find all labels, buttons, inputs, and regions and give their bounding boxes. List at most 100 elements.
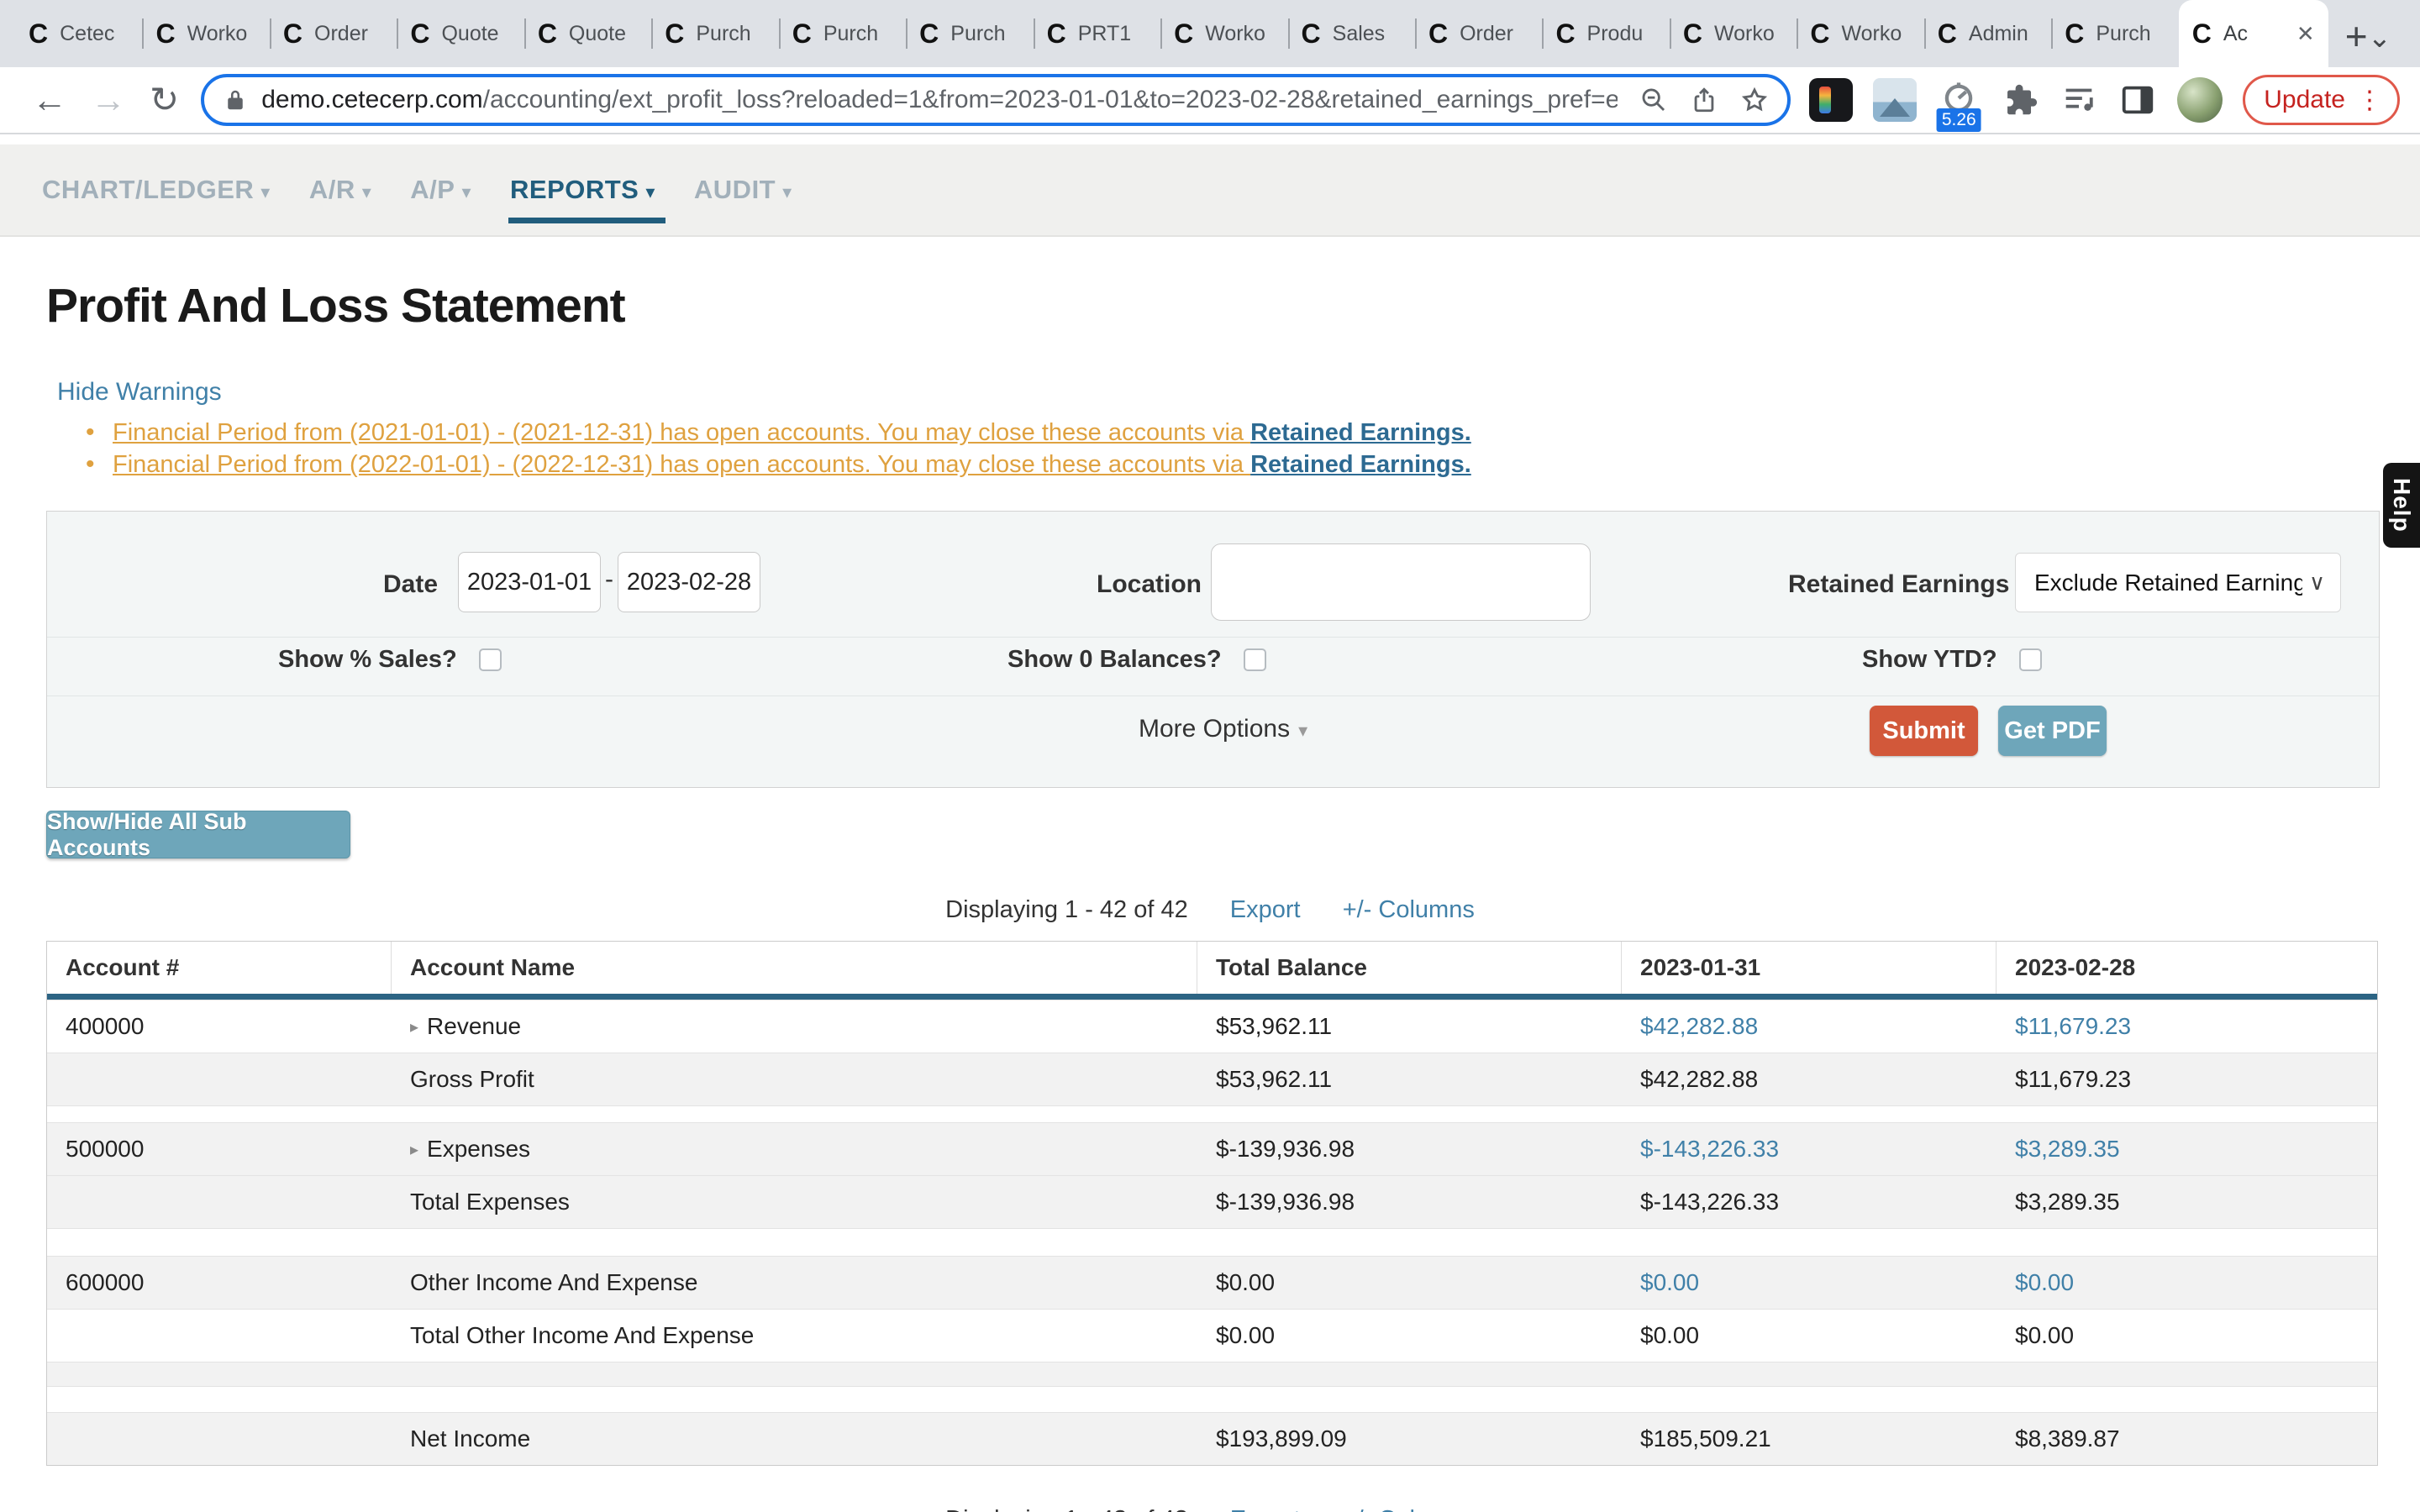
close-tab-icon[interactable]: ✕	[2296, 21, 2315, 47]
browser-tab[interactable]: COrder	[1415, 0, 1542, 67]
cetec-favicon: C	[1938, 18, 1957, 50]
amount-link[interactable]: $0.00	[1622, 1257, 1996, 1309]
show-hide-sub-accounts-button[interactable]: Show/Hide All Sub Accounts	[46, 811, 350, 858]
browser-tab[interactable]: CProdu	[1542, 0, 1669, 67]
extension-dark-icon[interactable]	[1809, 78, 1853, 122]
profit-loss-table: Account # Account Name Total Balance 202…	[46, 941, 2378, 1466]
nav-item-audit[interactable]: AUDIT▾	[694, 175, 792, 205]
header-account-number[interactable]: Account #	[47, 942, 392, 994]
browser-tab[interactable]: CPurch	[2051, 0, 2178, 67]
pagination-top: Displaying 1 - 42 of 42 Export +/- Colum…	[42, 896, 2378, 924]
cetec-favicon: C	[1428, 18, 1448, 50]
cell-account-name: Other Income And Expense	[392, 1257, 1197, 1309]
browser-tab[interactable]: CWorko	[1797, 0, 1923, 67]
cell-account-name: ▸Revenue	[392, 1000, 1197, 1053]
extension-badged-icon[interactable]: 5.26	[1937, 78, 1981, 122]
nav-item-chart-ledger[interactable]: CHART/LEDGER▾	[42, 175, 271, 205]
show-ytd-checkbox[interactable]	[2019, 648, 2042, 671]
location-input[interactable]	[1211, 543, 1591, 621]
browser-tab[interactable]: CPRT1	[1034, 0, 1160, 67]
reading-list-icon[interactable]	[2060, 81, 2098, 119]
retained-earnings-link[interactable]: Retained Earnings.	[1250, 451, 1471, 478]
tab-title: Worko	[1714, 22, 1783, 46]
expand-toggle-icon[interactable]: ▸	[410, 1016, 418, 1037]
browser-tab[interactable]: CWorko	[1670, 0, 1797, 67]
extension-photo-icon[interactable]	[1873, 78, 1917, 122]
browser-menu-dots-icon[interactable]: ⋮	[2357, 86, 2382, 115]
browser-tab[interactable]: CSales	[1288, 0, 1415, 67]
address-bar[interactable]: demo.cetecerp.com/accounting/ext_profit_…	[201, 74, 1791, 126]
profile-avatar[interactable]	[2177, 77, 2223, 123]
hide-warnings-link[interactable]: Hide Warnings	[57, 378, 222, 407]
nav-item-label: CHART/LEDGER	[42, 175, 254, 204]
browser-tab[interactable]: CWorko	[142, 0, 269, 67]
bookmark-star-icon[interactable]	[1740, 86, 1769, 114]
reload-button[interactable]: ↻	[150, 81, 179, 118]
show-zero-balances-checkbox[interactable]	[1244, 648, 1266, 671]
table-header-row: Account # Account Name Total Balance 202…	[47, 942, 2377, 1000]
retained-earnings-link[interactable]: Retained Earnings.	[1250, 419, 1471, 446]
submit-button[interactable]: Submit	[1870, 706, 1978, 756]
columns-link[interactable]: +/- Columns	[1343, 896, 1475, 923]
get-pdf-button[interactable]: Get PDF	[1998, 706, 2107, 756]
browser-tab[interactable]: CWorko	[1160, 0, 1287, 67]
page-content: Profit And Loss Statement Hide Warnings …	[0, 237, 2420, 1512]
cell-account-number: 500000	[47, 1123, 392, 1175]
retained-earnings-select[interactable]: Exclude Retained Earnings On 'A ∨	[2015, 553, 2341, 612]
cell-amount: $42,282.88	[1622, 1053, 1996, 1105]
browser-tab[interactable]: CAdmin	[1924, 0, 2051, 67]
more-options-link[interactable]: More Options▾	[1139, 715, 1307, 743]
cetec-favicon: C	[1047, 18, 1066, 50]
browser-tab[interactable]: CCetec	[15, 0, 142, 67]
header-period-2[interactable]: 2023-02-28	[1996, 942, 2377, 994]
browser-tab[interactable]: CQuote	[397, 0, 523, 67]
back-button[interactable]: ←	[32, 81, 67, 118]
browser-tab[interactable]: COrder	[270, 0, 397, 67]
date-from-input[interactable]	[458, 552, 601, 612]
nav-item-a-r[interactable]: A/R▾	[309, 175, 371, 205]
forward-button[interactable]: →	[91, 81, 126, 118]
zoom-out-icon[interactable]	[1639, 86, 1668, 114]
date-separator: -	[605, 565, 613, 594]
date-label: Date	[383, 570, 438, 600]
amount-link[interactable]: $42,282.88	[1622, 1000, 1996, 1053]
header-period-1[interactable]: 2023-01-31	[1622, 942, 1996, 994]
amount-link[interactable]: $11,679.23	[1996, 1000, 2377, 1053]
export-link[interactable]: Export	[1230, 1506, 1301, 1512]
amount-link[interactable]: $-143,226.33	[1622, 1123, 1996, 1175]
share-icon[interactable]	[1690, 86, 1718, 114]
browser-tab[interactable]: CPurch	[651, 0, 778, 67]
amount-link[interactable]: $3,289.35	[1996, 1123, 2377, 1175]
displaying-count: Displaying 1 - 42 of 42	[945, 896, 1188, 923]
browser-tab[interactable]: CPurch	[906, 0, 1033, 67]
table-row: Total Expenses$-139,936.98$-143,226.33$3…	[47, 1175, 2377, 1228]
nav-item-reports[interactable]: REPORTS▾	[510, 175, 655, 205]
cell-account-name: Total Expenses	[392, 1176, 1197, 1228]
extensions-puzzle-icon[interactable]	[2001, 81, 2039, 119]
date-to-input[interactable]	[618, 552, 760, 612]
cell-amount: $185,509.21	[1622, 1413, 1996, 1465]
help-tab[interactable]: Help	[2383, 463, 2420, 548]
cell-total-balance: $0.00	[1197, 1257, 1622, 1309]
show-sales-checkbox[interactable]	[479, 648, 502, 671]
expand-toggle-icon[interactable]: ▸	[410, 1139, 418, 1160]
columns-link[interactable]: +/- Columns	[1343, 1506, 1475, 1512]
side-panel-icon[interactable]	[2118, 81, 2157, 119]
header-account-name[interactable]: Account Name	[392, 942, 1197, 994]
header-total-balance[interactable]: Total Balance	[1197, 942, 1622, 994]
update-button[interactable]: Update ⋮	[2243, 75, 2400, 125]
nav-item-a-p[interactable]: A/P▾	[410, 175, 471, 205]
table-spacer-row	[47, 1386, 2377, 1412]
browser-tab[interactable]: CQuote	[524, 0, 651, 67]
browser-tab[interactable]: CAc✕	[2179, 0, 2328, 67]
cell-account-name: Total Other Income And Expense	[392, 1310, 1197, 1362]
cell-amount: $0.00	[1996, 1310, 2377, 1362]
browser-tab[interactable]: CPurch	[779, 0, 906, 67]
tab-search-chevron-icon[interactable]: ⌄	[2368, 25, 2392, 50]
amount-link[interactable]: $0.00	[1996, 1257, 2377, 1309]
tab-strip: CCetecCWorkoCOrderCQuoteCQuoteCPurchCPur…	[0, 0, 2420, 67]
new-tab-button[interactable]: +	[2345, 17, 2368, 55]
export-link[interactable]: Export	[1230, 896, 1301, 923]
chevron-down-icon: ▾	[782, 181, 792, 202]
account-name-text: Gross Profit	[410, 1066, 534, 1093]
